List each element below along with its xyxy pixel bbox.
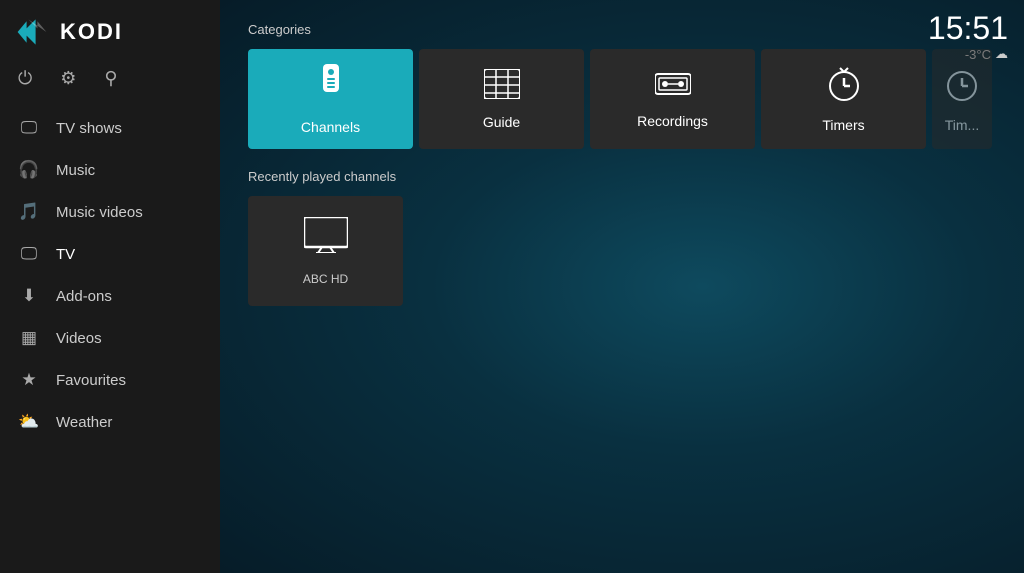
- sidebar-item-tv-shows[interactable]: 🖵 TV shows: [0, 107, 220, 149]
- sidebar-label-add-ons: Add-ons: [56, 288, 112, 305]
- music-icon: 🎧: [18, 160, 40, 180]
- sidebar: KODI ⏻ ⚙ ⚲ 🖵 TV shows 🎧 Music 🎵 Music vi…: [0, 0, 220, 573]
- app-title: KODI: [60, 19, 123, 45]
- nav-menu: 🖵 TV shows 🎧 Music 🎵 Music videos 🖵 TV ⬇…: [0, 103, 220, 573]
- tv-icon: 🖵: [18, 244, 40, 264]
- tv-shows-icon: 🖵: [18, 118, 40, 138]
- sidebar-label-music-videos: Music videos: [56, 204, 143, 221]
- timers-label: Timers: [822, 117, 864, 133]
- sidebar-label-tv-shows: TV shows: [56, 120, 122, 137]
- add-ons-icon: ⬇: [18, 286, 40, 306]
- channel-abc-hd[interactable]: ABC HD: [248, 196, 403, 306]
- channel-tv-icon: [304, 217, 348, 262]
- categories-label: Categories: [248, 22, 996, 37]
- sidebar-label-favourites: Favourites: [56, 372, 126, 389]
- category-timers-partial[interactable]: Tim...: [932, 49, 992, 149]
- favourites-icon: ★: [18, 370, 40, 390]
- channels-label: Channels: [301, 119, 360, 135]
- sidebar-label-tv: TV: [56, 246, 75, 263]
- sidebar-item-favourites[interactable]: ★ Favourites: [0, 359, 220, 401]
- weather-cloud-icon: ☁: [995, 46, 1008, 62]
- recently-played-label: Recently played channels: [248, 169, 996, 184]
- sidebar-item-add-ons[interactable]: ⬇ Add-ons: [0, 275, 220, 317]
- guide-icon: [484, 69, 520, 106]
- timers2-label: Tim...: [945, 117, 979, 133]
- top-icon-bar: ⏻ ⚙ ⚲: [0, 60, 220, 103]
- channel-abc-hd-label: ABC HD: [303, 272, 348, 286]
- channels-icon: [315, 64, 347, 111]
- sidebar-label-music: Music: [56, 162, 95, 179]
- clock-display: 15:51: [928, 12, 1008, 44]
- weather-icon: ⛅: [18, 412, 40, 432]
- recordings-label: Recordings: [637, 113, 708, 129]
- sidebar-label-weather: Weather: [56, 414, 112, 431]
- search-icon[interactable]: ⚲: [104, 68, 117, 89]
- category-channels[interactable]: Channels: [248, 49, 413, 149]
- channels-row: ABC HD: [248, 196, 996, 306]
- categories-row: Channels Guide: [248, 49, 996, 149]
- timers-icon: [828, 66, 860, 109]
- timers2-icon: [946, 66, 978, 109]
- power-icon[interactable]: ⏻: [18, 68, 32, 89]
- kodi-logo-icon: [14, 14, 50, 50]
- category-guide[interactable]: Guide: [419, 49, 584, 149]
- recordings-icon: [655, 70, 691, 105]
- settings-icon[interactable]: ⚙: [60, 68, 76, 89]
- category-recordings[interactable]: Recordings: [590, 49, 755, 149]
- sidebar-item-weather[interactable]: ⛅ Weather: [0, 401, 220, 443]
- sidebar-item-music[interactable]: 🎧 Music: [0, 149, 220, 191]
- categories-section: Categories Chann: [248, 22, 996, 149]
- sidebar-label-videos: Videos: [56, 330, 102, 347]
- main-content: 15:51 -3°C ☁ Categories: [220, 0, 1024, 573]
- sidebar-item-music-videos[interactable]: 🎵 Music videos: [0, 191, 220, 233]
- sidebar-item-videos[interactable]: ▦ Videos: [0, 317, 220, 359]
- videos-icon: ▦: [18, 328, 40, 348]
- recently-played-section: Recently played channels ABC HD: [248, 169, 996, 306]
- guide-label: Guide: [483, 114, 520, 130]
- logo-area: KODI: [0, 0, 220, 60]
- sidebar-item-tv[interactable]: 🖵 TV: [0, 233, 220, 275]
- category-timers[interactable]: Timers: [761, 49, 926, 149]
- music-videos-icon: 🎵: [18, 202, 40, 222]
